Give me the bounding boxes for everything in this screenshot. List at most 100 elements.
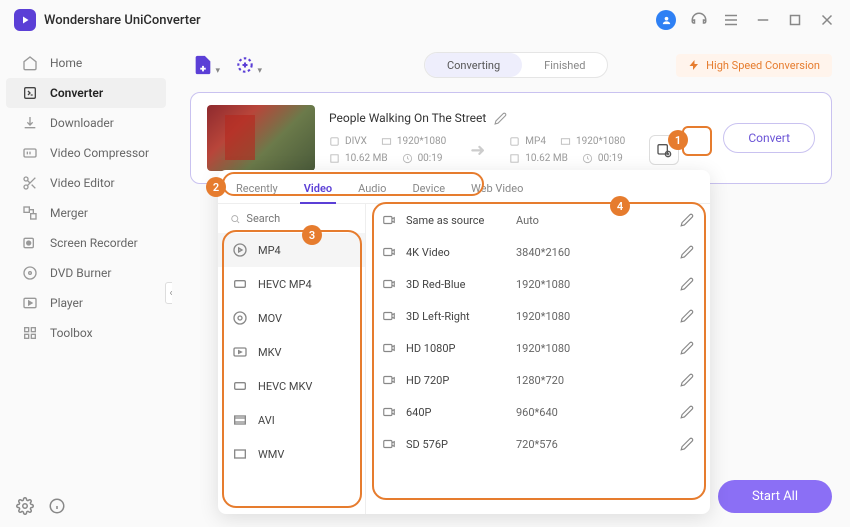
resolution-name: Same as source	[406, 214, 516, 227]
edit-icon[interactable]	[680, 373, 694, 387]
video-thumbnail[interactable]	[207, 105, 315, 171]
convert-button[interactable]: Convert	[723, 123, 815, 153]
merge-icon	[22, 205, 38, 221]
download-icon	[22, 115, 38, 131]
format-item[interactable]: MKV	[218, 335, 365, 369]
close-button[interactable]	[818, 11, 836, 29]
search-icon	[230, 213, 240, 225]
info-icon[interactable]	[48, 497, 66, 515]
sidebar-item-downloader[interactable]: Downloader	[6, 108, 166, 138]
callout-4: 4	[610, 196, 630, 216]
menu-icon[interactable]	[722, 11, 740, 29]
format-item[interactable]: AVI	[218, 403, 365, 437]
edit-icon[interactable]	[680, 437, 694, 451]
add-url-button[interactable]: ▾	[232, 52, 258, 78]
edit-title-icon[interactable]	[494, 112, 507, 125]
tab-recently[interactable]: Recently	[232, 174, 282, 203]
sidebar-item-player[interactable]: Player	[6, 288, 166, 318]
edit-icon[interactable]	[680, 341, 694, 355]
tab-audio[interactable]: Audio	[354, 174, 390, 203]
resolution-list: Same as sourceAuto4K Video3840*21603D Re…	[366, 204, 710, 514]
video-title: People Walking On The Street	[329, 111, 486, 125]
edit-icon[interactable]	[680, 405, 694, 419]
callout-2: 2	[206, 177, 226, 197]
format-label: AVI	[258, 414, 275, 427]
resolution-item[interactable]: SD 576P720*576	[366, 428, 710, 460]
sidebar-item-dvd[interactable]: DVD Burner	[6, 258, 166, 288]
sidebar-item-recorder[interactable]: Screen Recorder	[6, 228, 166, 258]
tab-device[interactable]: Device	[408, 174, 449, 203]
user-avatar[interactable]	[656, 10, 676, 30]
avi-icon	[232, 412, 248, 428]
record-icon	[22, 235, 38, 251]
sidebar-item-label: Converter	[50, 86, 103, 100]
dst-resolution: 1920*1080	[576, 136, 625, 147]
resolution-item[interactable]: 640P960*640	[366, 396, 710, 428]
duration-icon	[582, 153, 593, 164]
minimize-button[interactable]	[754, 11, 772, 29]
edit-icon[interactable]	[680, 309, 694, 323]
mp4-icon	[232, 242, 248, 258]
sidebar-item-toolbox[interactable]: Toolbox	[6, 318, 166, 348]
video-icon	[382, 405, 396, 419]
seg-converting[interactable]: Converting	[425, 53, 522, 77]
sidebar-item-converter[interactable]: Converter	[6, 78, 166, 108]
resolution-item[interactable]: 3D Red-Blue1920*1080	[366, 268, 710, 300]
scissors-icon	[22, 175, 38, 191]
edit-icon[interactable]	[680, 245, 694, 259]
high-speed-badge[interactable]: High Speed Conversion	[676, 54, 832, 77]
sidebar-item-home[interactable]: Home	[6, 48, 166, 78]
format-list: MP4 HEVC MP4 MOV MKV HEVC MKV AVI WMV	[218, 204, 366, 514]
settings-icon[interactable]	[16, 497, 34, 515]
tab-video[interactable]: Video	[300, 174, 336, 203]
size-icon	[509, 153, 520, 164]
video-icon	[382, 277, 396, 291]
sidebar-item-compressor[interactable]: Video Compressor	[6, 138, 166, 168]
size-icon	[329, 153, 340, 164]
add-file-button[interactable]: ▾	[190, 52, 216, 78]
sidebar-item-label: DVD Burner	[50, 266, 111, 280]
duration-icon	[402, 153, 413, 164]
resolution-item[interactable]: Same as sourceAuto	[366, 204, 710, 236]
resolution-value: Auto	[516, 214, 680, 227]
edit-icon[interactable]	[680, 277, 694, 291]
compress-icon	[22, 145, 38, 161]
resolution-icon	[381, 136, 392, 147]
callout-1: 1	[668, 130, 688, 150]
format-item[interactable]: HEVC MKV	[218, 369, 365, 403]
resolution-item[interactable]: 4K Video3840*2160	[366, 236, 710, 268]
start-all-button[interactable]: Start All	[718, 480, 832, 513]
status-segment: Converting Finished	[424, 52, 608, 78]
resolution-name: HD 1080P	[406, 342, 516, 355]
resolution-icon	[560, 136, 571, 147]
search-input[interactable]	[246, 212, 353, 225]
resolution-item[interactable]: 3D Left-Right1920*1080	[366, 300, 710, 332]
mkv-icon	[232, 344, 248, 360]
bolt-icon	[688, 59, 700, 71]
seg-finished[interactable]: Finished	[522, 53, 607, 77]
format-item[interactable]: HEVC MP4	[218, 267, 365, 301]
resolution-item[interactable]: HD 1080P1920*1080	[366, 332, 710, 364]
resolution-value: 1280*720	[516, 374, 680, 387]
maximize-button[interactable]	[786, 11, 804, 29]
resolution-value: 960*640	[516, 406, 680, 419]
src-format: DIVX	[345, 136, 367, 147]
format-item[interactable]: MOV	[218, 301, 365, 335]
format-label: WMV	[258, 448, 284, 461]
src-duration: 00:19	[418, 153, 443, 164]
format-item[interactable]: MP4	[218, 233, 365, 267]
tab-webvideo[interactable]: Web Video	[467, 174, 527, 203]
hevc-icon	[232, 378, 248, 394]
edit-icon[interactable]	[680, 213, 694, 227]
resolution-name: 4K Video	[406, 246, 516, 259]
mov-icon	[232, 310, 248, 326]
video-icon	[382, 309, 396, 323]
grid-icon	[22, 325, 38, 341]
sidebar-item-merger[interactable]: Merger	[6, 198, 166, 228]
sidebar-item-editor[interactable]: Video Editor	[6, 168, 166, 198]
resolution-item[interactable]: HD 720P1280*720	[366, 364, 710, 396]
resolution-name: 640P	[406, 406, 516, 419]
format-item[interactable]: WMV	[218, 437, 365, 471]
headset-icon[interactable]	[690, 11, 708, 29]
sidebar-item-label: Merger	[50, 206, 88, 220]
